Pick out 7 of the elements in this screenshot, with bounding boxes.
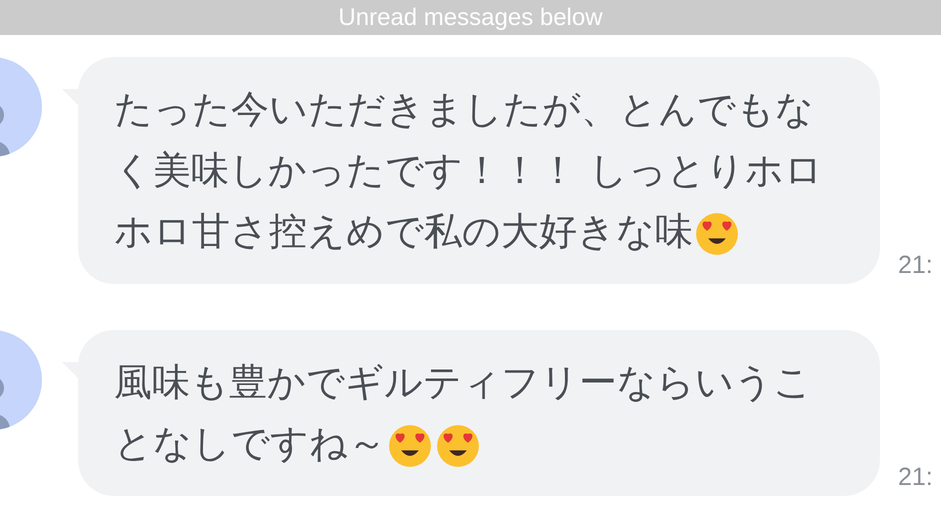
heart-eyes-face-icon — [695, 212, 739, 256]
message-time: 21: — [898, 250, 933, 278]
heart-eyes-face-icon — [436, 424, 480, 468]
message-text: たった今いただきましたが、とんでもなく美味しかったです！！！ しっとりホロホロ甘さ控えめで私の大好きな味 — [114, 79, 850, 262]
message-text: 風味も豊かでギルティフリーならいうことなしですね～ — [114, 352, 850, 474]
message-time: 21: — [898, 462, 933, 490]
heart-eyes-face-icon — [388, 424, 432, 468]
